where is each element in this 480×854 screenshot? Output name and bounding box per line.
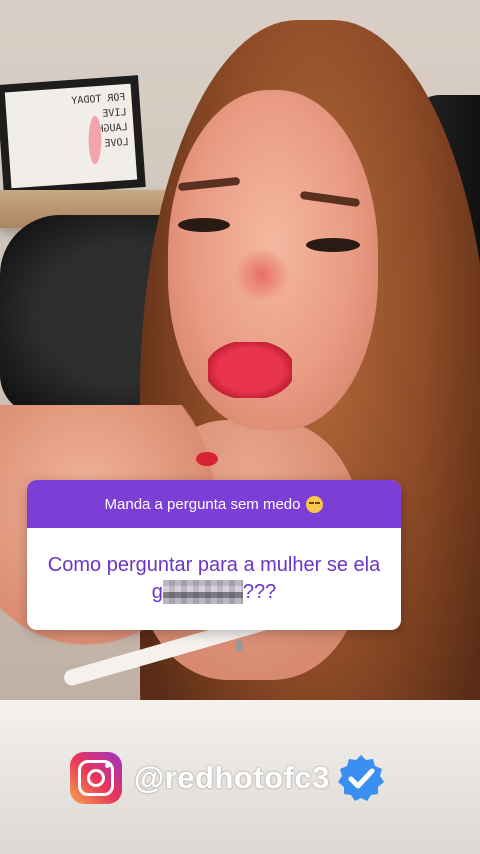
left-eye (178, 218, 230, 232)
necklace-pendant (235, 640, 243, 652)
pensive-face-icon (306, 495, 324, 513)
right-eye (306, 238, 360, 252)
account-handle: @redhotofc3 (134, 760, 330, 795)
censored-word (162, 580, 243, 604)
question-text-end: ??? (242, 581, 277, 603)
frame-print: FOR TODAY LIVE LAUGH LOVE (4, 83, 138, 189)
nose (232, 250, 292, 300)
question-sticker[interactable]: Manda a pergunta sem medo Como perguntar… (27, 480, 401, 630)
account-watermark: @redhotofc3 (70, 752, 386, 804)
instagram-icon (70, 752, 122, 804)
question-prompt: Manda a pergunta sem medo (104, 495, 301, 513)
question-text: Como perguntar para a mulher se ela g??? (27, 528, 401, 606)
question-sticker-header: Manda a pergunta sem medo (27, 480, 401, 528)
lips (208, 342, 292, 398)
video-background: FOR TODAY LIVE LAUGH LOVE (0, 0, 480, 854)
verified-badge-icon (337, 755, 384, 801)
wall-frame: FOR TODAY LIVE LAUGH LOVE (0, 75, 146, 197)
fingernail (196, 452, 218, 466)
flamingo-decoration (84, 112, 106, 182)
